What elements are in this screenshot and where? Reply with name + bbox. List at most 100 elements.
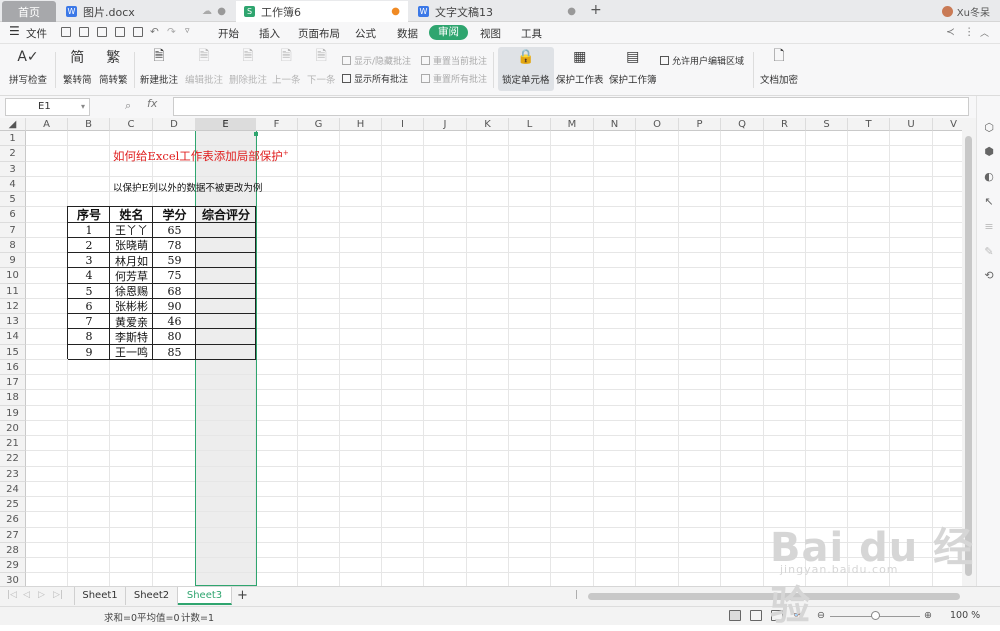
close-icon[interactable]: ● [567,6,576,17]
column-header-l[interactable]: L [509,118,551,131]
column-header-o[interactable]: O [636,118,679,131]
user-account[interactable]: Xu冬呆 [941,4,990,19]
sheet-tab-sheet2[interactable]: Sheet2 [126,587,178,605]
tab-image-docx[interactable]: W 图片.docx ☁ ● [58,1,234,22]
menu-data[interactable]: 数据 [397,26,418,41]
row-header-16[interactable]: 16 [0,359,26,375]
sheet-tab-sheet1[interactable]: Sheet1 [74,587,126,605]
row-header-5[interactable]: 5 [0,192,26,208]
next-comment-button[interactable]: 🗎 下一条 [307,47,336,86]
function-fx-icon[interactable]: fx [147,97,157,110]
customize-toolbar-icon[interactable]: ▿ [185,26,190,36]
open-folder-icon[interactable] [61,27,71,37]
menu-insert[interactable]: 插入 [259,26,280,41]
row-header-24[interactable]: 24 [0,481,26,497]
delete-comment-button[interactable]: 🗎 删除批注 [229,47,267,86]
fill-handle[interactable] [254,132,258,136]
print-preview-icon[interactable] [133,27,143,37]
protect-workbook-button[interactable]: ▤ 保护工作簿 [609,47,657,86]
row-header-30[interactable]: 30 [0,573,26,586]
column-header-p[interactable]: P [679,118,721,131]
spell-check-button[interactable]: A✓ 拼写检查 [9,47,47,86]
tab-text-doc13[interactable]: W 文字文稿13 ● [410,1,584,22]
row-header-22[interactable]: 22 [0,451,26,467]
menu-formula[interactable]: 公式 [355,26,376,41]
column-header-n[interactable]: N [594,118,636,131]
menu-start[interactable]: 开始 [218,26,239,41]
last-sheet-icon[interactable]: ▷| [53,590,63,600]
collapse-ribbon-icon[interactable]: ︿ [980,26,989,39]
column-header-t[interactable]: T [848,118,890,131]
undo-icon[interactable]: ↶ [150,26,159,38]
row-header-19[interactable]: 19 [0,405,26,421]
row-header-9[interactable]: 9 [0,253,26,269]
column-header-h[interactable]: H [340,118,382,131]
zoom-search-icon[interactable]: ⌕ [125,99,131,113]
new-comment-button[interactable]: 🗎 新建批注 [140,47,178,86]
shapes-icon[interactable]: ⬡ [983,122,995,134]
menu-page-layout[interactable]: 页面布局 [298,26,340,41]
column-header-u[interactable]: U [890,118,933,131]
hamburger-menu-icon[interactable]: ☰ [9,24,20,38]
column-header-c[interactable]: C [110,118,153,131]
row-header-15[interactable]: 15 [0,344,26,360]
column-header-b[interactable]: B [68,118,110,131]
column-header-q[interactable]: Q [721,118,764,131]
row-header-13[interactable]: 13 [0,314,26,330]
formula-input[interactable] [173,97,969,116]
column-header-e[interactable]: E [196,118,256,131]
share-icon[interactable]: ≺ [946,26,955,38]
row-header-2[interactable]: 2 [0,146,26,162]
column-header-m[interactable]: M [551,118,594,131]
row-header-18[interactable]: 18 [0,390,26,406]
row-header-14[interactable]: 14 [0,329,26,345]
row-header-17[interactable]: 17 [0,375,26,391]
row-header-25[interactable]: 25 [0,497,26,513]
encrypt-doc-button[interactable]: 🗋 文档加密 [760,47,798,86]
chevron-down-icon[interactable]: ▾ [81,99,85,115]
row-header-1[interactable]: 1 [0,131,26,147]
row-header-8[interactable]: 8 [0,237,26,253]
name-box[interactable]: E1 ▾ [5,98,90,116]
history-icon[interactable]: ⟲ [983,270,995,282]
row-header-11[interactable]: 11 [0,283,26,299]
row-header-4[interactable]: 4 [0,176,26,192]
row-header-27[interactable]: 27 [0,527,26,543]
column-header-j[interactable]: J [424,118,467,131]
select-cursor-icon[interactable]: ↖ [983,196,995,208]
column-header-v[interactable]: V [933,118,962,131]
edit-icon[interactable]: ✎ [983,246,995,258]
menu-tools[interactable]: 工具 [521,26,542,41]
edit-comment-button[interactable]: 🗎 编辑批注 [185,47,223,86]
select-all-corner[interactable]: ◢ [0,118,26,131]
new-tab-plus-icon[interactable]: + [590,2,602,18]
column-header-g[interactable]: G [298,118,340,131]
allow-edit-range-button[interactable]: 允许用户编辑区域 [660,54,744,67]
column-header-s[interactable]: S [806,118,848,131]
row-header-12[interactable]: 12 [0,298,26,314]
style-icon[interactable]: ⬢ [983,146,995,158]
add-sheet-plus-icon[interactable]: + [237,588,248,603]
row-header-20[interactable]: 20 [0,420,26,436]
scroll-left-icon[interactable]: | [575,590,578,600]
row-header-29[interactable]: 29 [0,558,26,574]
column-header-i[interactable]: I [382,118,424,131]
column-header-d[interactable]: D [153,118,196,131]
simp-to-trad-button[interactable]: 繁简转繁 [99,47,128,86]
close-icon[interactable]: ● [217,6,226,17]
page-layout-view-icon[interactable] [750,610,762,621]
menu-view[interactable]: 视图 [480,26,501,41]
row-header-26[interactable]: 26 [0,512,26,528]
tab-workbook6[interactable]: S 工作簿6 ● [236,1,408,22]
filter-icon[interactable]: ≡ [983,221,995,233]
column-header-a[interactable]: A [26,118,68,131]
paint-icon[interactable]: ◐ [983,171,995,183]
redo-icon[interactable]: ↷ [167,26,176,38]
prev-sheet-icon[interactable]: ◁ [23,590,30,600]
row-header-23[interactable]: 23 [0,466,26,482]
row-header-6[interactable]: 6 [0,207,26,223]
protect-sheet-button[interactable]: ▦ 保护工作表 [556,47,604,86]
print-icon[interactable] [115,27,125,37]
menu-file[interactable]: 文件 [26,26,47,41]
normal-view-icon[interactable] [729,610,741,621]
